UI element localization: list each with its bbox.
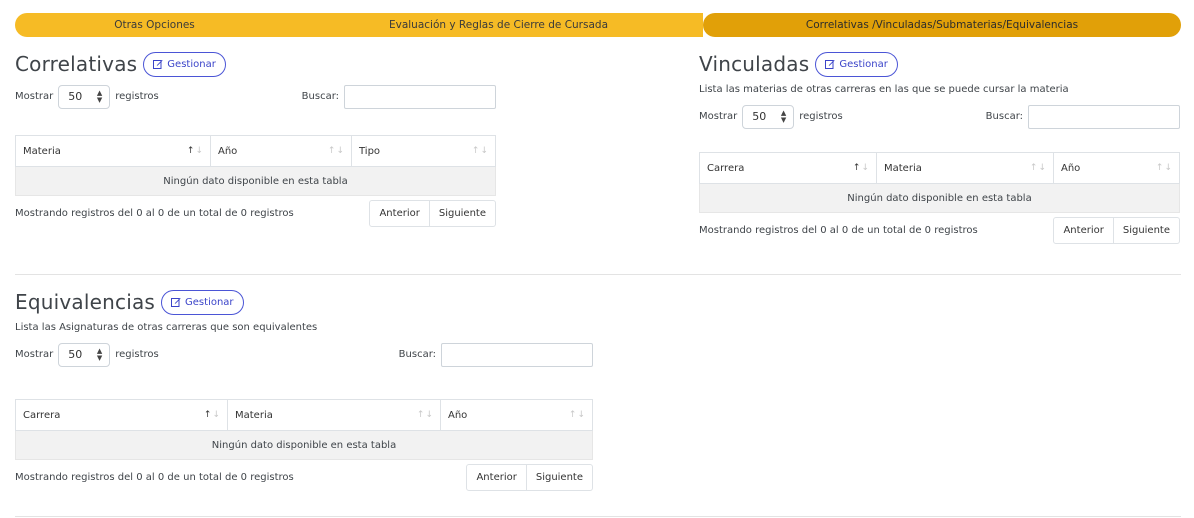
search-label: Buscar: <box>398 349 436 360</box>
equivalencias-table: Carrera ↑↓ Materia ↑↓ Año ↑↓ Ningún dato di… <box>15 399 593 460</box>
select-caret-icon: ▲ ▼ <box>96 88 103 104</box>
tab-correlativas-active[interactable]: Correlativas /Vinculadas/Submaterias/Equ… <box>703 13 1181 37</box>
sort-arrows-icon: ↑↓ <box>186 146 204 156</box>
correlativas-title: Correlativas <box>15 52 138 76</box>
equivalencias-title: Equivalencias <box>15 290 156 314</box>
column-header-carrera[interactable]: Carrera ↑↓ <box>699 152 877 184</box>
previous-page-button[interactable]: Anterior <box>466 464 527 491</box>
sort-arrows-icon: ↑↓ <box>203 410 221 420</box>
gestionar-label: Gestionar <box>839 58 888 70</box>
tab-otras-opciones[interactable]: Otras Opciones <box>15 13 294 37</box>
vinculadas-description: Lista las materias de otras carreras en … <box>699 84 1069 95</box>
vinculadas-table-info: Mostrando registros del 0 al 0 de un tot… <box>699 225 978 236</box>
empty-table-message: Ningún dato disponible en esta tabla <box>699 183 1180 213</box>
next-page-button[interactable]: Siguiente <box>1113 217 1180 244</box>
select-value: 50 <box>68 348 83 361</box>
sort-arrows-icon: ↑↓ <box>416 410 434 420</box>
select-value: 50 <box>68 90 83 103</box>
equivalencias-search: Buscar: <box>398 342 593 367</box>
correlativas-table: Materia ↑↓ Año ↑↓ Tipo ↑↓ Ningún dato dispo… <box>15 135 496 196</box>
equivalencias-description: Lista las Asignaturas de otras carreras … <box>15 322 318 333</box>
gestionar-label: Gestionar <box>167 58 216 70</box>
correlativas-gestionar-button[interactable]: Gestionar <box>143 51 226 77</box>
correlativas-table-info: Mostrando registros del 0 al 0 de un tot… <box>15 208 294 219</box>
correlativas-section: Correlativas Gestionar Mostrar 50 ▲ ▼ reg… <box>15 50 496 227</box>
correlativas-length: Mostrar 50 ▲ ▼ registros <box>15 84 159 109</box>
sort-arrows-icon: ↑↓ <box>327 146 345 156</box>
column-header-materia[interactable]: Materia ↑↓ <box>227 399 441 431</box>
select-value: 50 <box>752 110 767 123</box>
sort-arrows-icon: ↑↓ <box>1155 163 1173 173</box>
vinculadas-title: Vinculadas <box>699 52 810 76</box>
sort-arrows-icon: ↑↓ <box>1029 163 1047 173</box>
records-label: registros <box>115 91 159 102</box>
vinculadas-gestionar-button[interactable]: Gestionar <box>815 51 898 77</box>
equivalencias-pagination: Anterior Siguiente <box>466 464 593 491</box>
show-label: Mostrar <box>15 349 54 360</box>
sort-arrows-icon: ↑↓ <box>471 146 489 156</box>
gestionar-label: Gestionar <box>185 296 234 308</box>
section-divider <box>15 274 1181 275</box>
next-page-button[interactable]: Siguiente <box>429 200 496 227</box>
select-caret-icon: ▲ ▼ <box>96 346 103 362</box>
equivalencias-table-info: Mostrando registros del 0 al 0 de un tot… <box>15 472 294 483</box>
vinculadas-search: Buscar: <box>985 104 1180 129</box>
empty-table-message: Ningún dato disponible en esta tabla <box>15 430 593 460</box>
vinculadas-section: Vinculadas Gestionar Lista las materias … <box>699 50 1180 244</box>
tab-bar: Otras Opciones Evaluación y Reglas de Ci… <box>15 13 1181 37</box>
correlativas-pagination: Anterior Siguiente <box>369 200 496 227</box>
show-label: Mostrar <box>15 91 54 102</box>
select-caret-icon: ▲ ▼ <box>780 108 787 124</box>
vinculadas-length-select[interactable]: 50 ▲ ▼ <box>742 104 795 129</box>
previous-page-button[interactable]: Anterior <box>369 200 430 227</box>
equivalencias-length-select[interactable]: 50 ▲ ▼ <box>58 342 111 367</box>
empty-table-message: Ningún dato disponible en esta tabla <box>15 166 496 196</box>
records-label: registros <box>799 111 843 122</box>
show-label: Mostrar <box>699 111 738 122</box>
equivalencias-length: Mostrar 50 ▲ ▼ registros <box>15 342 159 367</box>
correlativas-search: Buscar: <box>301 84 496 109</box>
sort-arrows-icon: ↑↓ <box>852 163 870 173</box>
column-header-anio[interactable]: Año ↑↓ <box>1053 152 1180 184</box>
equivalencias-section: Equivalencias Gestionar Lista las Asigna… <box>15 288 593 491</box>
section-divider <box>15 516 1181 517</box>
search-label: Buscar: <box>985 111 1023 122</box>
edit-icon <box>153 60 163 69</box>
sort-arrows-icon: ↑↓ <box>568 410 586 420</box>
previous-page-button[interactable]: Anterior <box>1053 217 1114 244</box>
edit-icon <box>825 60 835 69</box>
column-header-materia[interactable]: Materia ↑↓ <box>15 135 211 167</box>
search-label: Buscar: <box>301 91 339 102</box>
equivalencias-gestionar-button[interactable]: Gestionar <box>161 289 244 315</box>
vinculadas-pagination: Anterior Siguiente <box>1053 217 1180 244</box>
equivalencias-search-input[interactable] <box>441 342 593 367</box>
column-header-anio[interactable]: Año ↑↓ <box>440 399 593 431</box>
vinculadas-search-input[interactable] <box>1028 104 1180 129</box>
records-label: registros <box>115 349 159 360</box>
column-header-tipo[interactable]: Tipo ↑↓ <box>351 135 496 167</box>
tab-evaluacion-reglas[interactable]: Evaluación y Reglas de Cierre de Cursada <box>294 13 703 37</box>
column-header-materia[interactable]: Materia ↑↓ <box>876 152 1054 184</box>
column-header-anio[interactable]: Año ↑↓ <box>210 135 352 167</box>
edit-icon <box>171 298 181 307</box>
next-page-button[interactable]: Siguiente <box>526 464 593 491</box>
correlativas-search-input[interactable] <box>344 84 496 109</box>
vinculadas-length: Mostrar 50 ▲ ▼ registros <box>699 104 843 129</box>
column-header-carrera[interactable]: Carrera ↑↓ <box>15 399 228 431</box>
correlativas-length-select[interactable]: 50 ▲ ▼ <box>58 84 111 109</box>
vinculadas-table: Carrera ↑↓ Materia ↑↓ Año ↑↓ Ningún dato di… <box>699 152 1180 213</box>
